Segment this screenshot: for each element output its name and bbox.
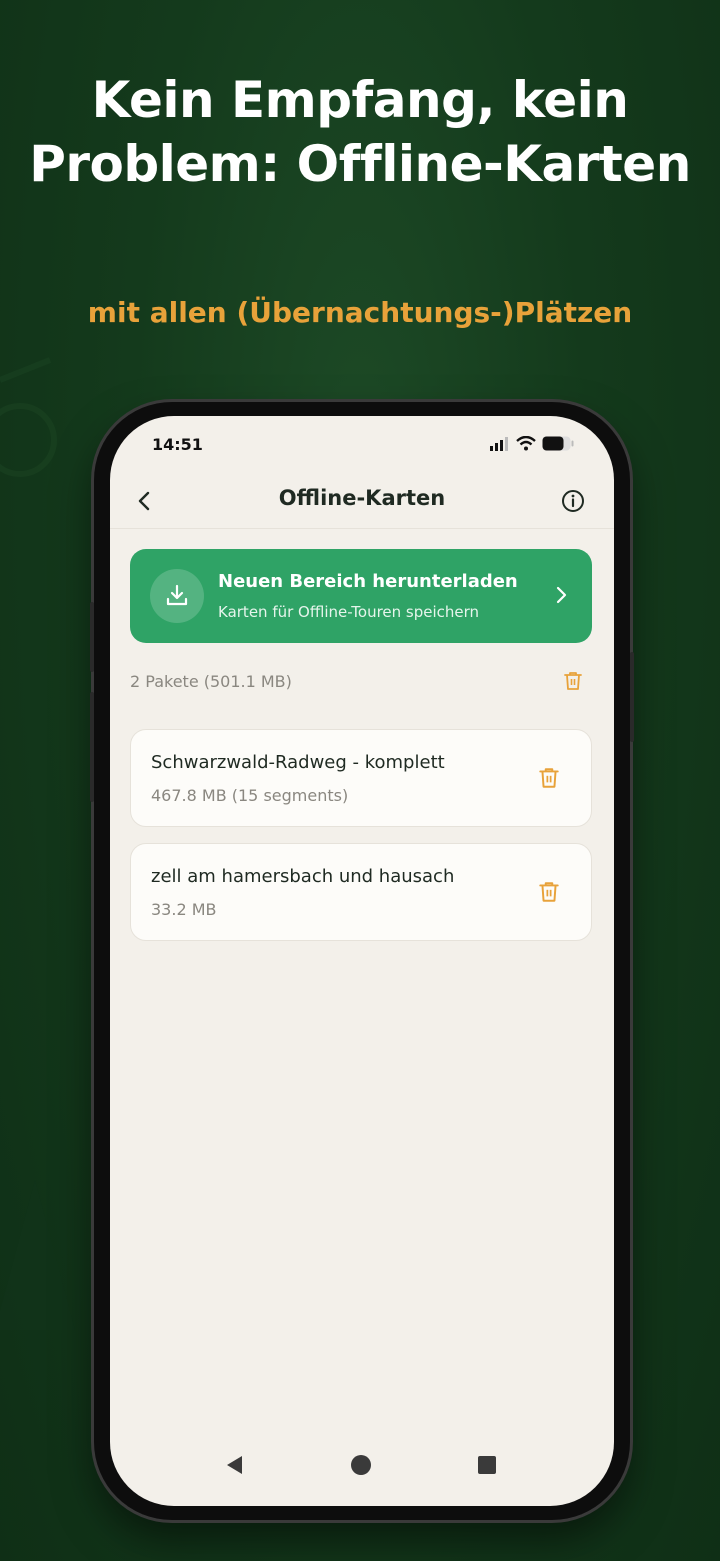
phone-side-button <box>90 692 94 802</box>
download-icon <box>150 569 204 623</box>
wifi-icon <box>516 436 536 451</box>
chevron-right-icon <box>556 586 567 604</box>
background-bike-icon <box>0 357 57 477</box>
package-item[interactable]: zell am hamersbach und hausach 33.2 MB <box>130 843 592 941</box>
battery-icon <box>542 436 574 451</box>
package-size: 467.8 MB (15 segments) <box>151 786 349 805</box>
info-button[interactable] <box>560 488 586 514</box>
system-recents-button[interactable] <box>476 1454 498 1476</box>
system-back-button[interactable] <box>224 1454 246 1476</box>
page-title: Offline-Karten <box>278 486 446 510</box>
download-card-subtitle: Karten für Offline-Touren speichern <box>218 603 480 621</box>
signal-icon <box>490 436 508 451</box>
package-item[interactable]: Schwarzwald-Radweg - komplett 467.8 MB (… <box>130 729 592 827</box>
package-size: 33.2 MB <box>151 900 217 919</box>
delete-package-button[interactable] <box>537 766 561 790</box>
promo-headline-line1: Kein Empfang, kein <box>91 71 629 129</box>
download-new-area-button[interactable]: Neuen Bereich herunterladen Karten für O… <box>130 549 592 643</box>
download-card-title: Neuen Bereich herunterladen <box>218 571 518 592</box>
package-name: Schwarzwald-Radweg - komplett <box>151 752 445 773</box>
phone-side-button <box>90 602 94 672</box>
package-name: zell am hamersbach und hausach <box>151 866 455 887</box>
packages-summary-text: 2 Pakete (501.1 MB) <box>130 672 292 691</box>
phone-frame: 14:51 Offline-Karten Neuen Bereich herun… <box>90 402 634 1520</box>
delete-package-button[interactable] <box>537 880 561 904</box>
status-time: 14:51 <box>152 435 203 454</box>
status-bar: 14:51 <box>110 416 614 476</box>
phone-power-button <box>630 652 634 742</box>
promo-headline: Kein Empfang, kein Problem: Offline-Kart… <box>0 68 720 196</box>
package-list: Schwarzwald-Radweg - komplett 467.8 MB (… <box>130 729 592 957</box>
background-tree-icon <box>0 1180 75 1330</box>
delete-all-button[interactable] <box>562 670 584 692</box>
promo-headline-line2: Problem: Offline-Karten <box>29 135 691 193</box>
system-home-button[interactable] <box>350 1454 372 1476</box>
packages-summary: 2 Pakete (501.1 MB) <box>130 670 594 694</box>
promo-subline: mit allen (Übernachtungs-)Plätzen <box>87 296 633 329</box>
system-nav-bar <box>110 1446 614 1486</box>
top-nav-bar: Offline-Karten <box>110 478 614 529</box>
app-screen: 14:51 Offline-Karten Neuen Bereich herun… <box>110 416 614 1506</box>
status-icons <box>490 436 574 451</box>
